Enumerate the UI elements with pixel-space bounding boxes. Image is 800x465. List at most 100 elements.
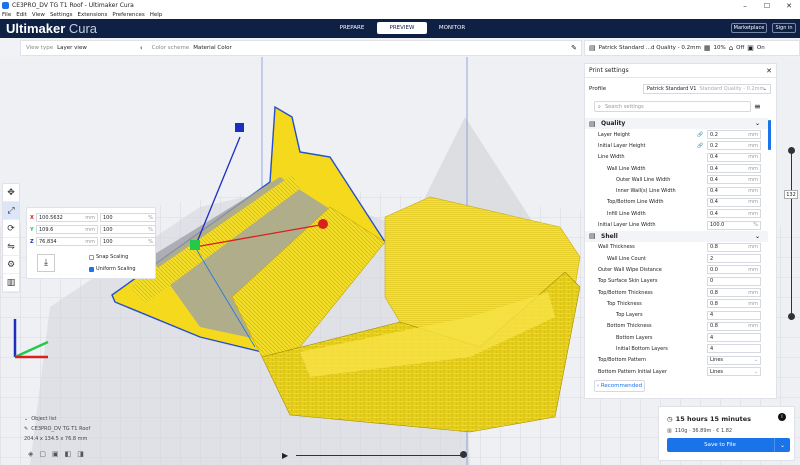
scale-row-x: X 100.5632 mm 100%: [30, 213, 156, 222]
setting-value-input[interactable]: Lines ⌄: [707, 355, 761, 365]
object-list-toggle[interactable]: ⌄ Object list: [24, 414, 90, 424]
object-entry[interactable]: ✎ CE3PRO_DV TG T1 Roof: [24, 424, 90, 434]
setting-value-input[interactable]: 0.4 mm: [707, 175, 761, 185]
chevron-down-icon: ⌄: [754, 232, 760, 240]
setting-value-input[interactable]: 0: [707, 276, 761, 286]
brand-bold: Ultimaker: [6, 21, 66, 36]
setting-label: Top/Bottom Line Width: [607, 199, 664, 206]
play-icon[interactable]: ▶: [282, 451, 288, 460]
setting-value-input[interactable]: 0.4 mm: [707, 209, 761, 219]
setting-value-input[interactable]: 0.8 mm: [707, 299, 761, 309]
setting-value-input[interactable]: Lines ⌄: [707, 367, 761, 376]
snap-scaling-checkbox[interactable]: Snap Scaling: [89, 254, 128, 260]
support-blocker-icon[interactable]: ▥: [3, 274, 19, 292]
left-view-icon[interactable]: ◧: [65, 450, 72, 458]
rotate-tool-icon[interactable]: ⟳: [3, 220, 19, 238]
setting-value-input[interactable]: 0.2 mm: [707, 130, 761, 140]
chevron-down-icon[interactable]: ⌄: [774, 438, 790, 452]
gizmo-z-handle[interactable]: [235, 123, 244, 132]
menu-file[interactable]: File: [2, 12, 11, 18]
setting-value-input[interactable]: 0.0 mm: [707, 265, 761, 275]
scale-z-mm-input[interactable]: 76.834 mm: [36, 237, 98, 246]
setting-value-input[interactable]: 2: [707, 254, 761, 264]
scale-z-pct-unit: %: [148, 238, 153, 245]
right-view-icon[interactable]: ◨: [77, 450, 84, 458]
setting-value-input[interactable]: 4: [707, 344, 761, 354]
setting-value-input[interactable]: 4: [707, 310, 761, 320]
scale-z-pct-input[interactable]: 100%: [100, 237, 156, 246]
menu-help[interactable]: Help: [150, 12, 163, 18]
tool-panel: ✥ ⤢ ⟳ ⇋ ⚙ ▥: [2, 183, 20, 293]
link-icon[interactable]: 🔗: [697, 143, 703, 149]
profile-select[interactable]: Patrick Standard V1 Standard Quality - 0…: [643, 84, 771, 94]
marketplace-button[interactable]: Marketplace: [731, 23, 767, 33]
timeline-handle[interactable]: [460, 451, 467, 458]
link-icon[interactable]: 🔗: [697, 132, 703, 138]
3d-view-icon[interactable]: ◈: [28, 450, 33, 458]
scale-x-mm-input[interactable]: 100.5632 mm: [36, 213, 98, 222]
tab-monitor[interactable]: MONITOR: [427, 22, 477, 34]
settings-menu-icon[interactable]: ≡: [754, 102, 761, 111]
print-time: ◷ 15 hours 15 minutes: [667, 415, 751, 423]
tab-prepare[interactable]: PREPARE: [327, 22, 377, 34]
uniform-scaling-checkbox[interactable]: Uniform Scaling: [89, 266, 136, 272]
menu-preferences[interactable]: Preferences: [112, 12, 144, 18]
recommended-button[interactable]: ‹ Recommended: [594, 380, 645, 392]
scale-y-pct-input[interactable]: 100%: [100, 225, 156, 234]
settings-list: ▤ Quality ⌄ Layer Height 🔗 0.2 mm Initial Layer…: [585, 118, 768, 376]
chevron-left-icon[interactable]: ‹: [140, 44, 143, 52]
layer-slider-bottom-handle[interactable]: [788, 313, 795, 320]
menu-extensions[interactable]: Extensions: [78, 12, 108, 18]
setup-support: Off: [736, 45, 745, 51]
print-setup-bar[interactable]: ▤ Patrick Standard ...d Quality - 0.2mm …: [584, 40, 800, 56]
scale-tool-icon[interactable]: ⤢: [3, 202, 19, 220]
menu-settings[interactable]: Settings: [50, 12, 73, 18]
settings-category-shell[interactable]: ▤ Shell ⌄: [585, 230, 768, 242]
sign-in-button[interactable]: Sign in: [772, 23, 796, 33]
setting-value-input[interactable]: 0.8 mm: [707, 242, 761, 252]
setting-row: Top Surface Skin Layers 0: [585, 276, 768, 287]
setting-value-input[interactable]: 0.4 mm: [707, 197, 761, 207]
setting-value-input[interactable]: 0.2 mm: [707, 141, 761, 151]
close-icon[interactable]: ✕: [766, 67, 772, 75]
minimize-button[interactable]: –: [734, 0, 756, 11]
object-dimensions: 204.4 x 134.5 x 76.8 mm: [24, 436, 88, 442]
color-scheme-select[interactable]: Material Color: [193, 45, 231, 51]
close-window-button[interactable]: ✕: [778, 0, 800, 11]
setting-value-input[interactable]: 0.8 mm: [707, 321, 761, 331]
setting-value-input[interactable]: 4: [707, 333, 761, 343]
front-view-icon[interactable]: ▢: [39, 450, 46, 458]
setting-value-input[interactable]: 0.4 mm: [707, 152, 761, 162]
search-settings-input[interactable]: ⌕ Search settings: [594, 101, 751, 112]
settings-category-quality[interactable]: ▤ Quality ⌄: [585, 118, 768, 129]
setting-value-input[interactable]: 0.4 mm: [707, 186, 761, 196]
save-to-file-button[interactable]: Save to File ⌄: [667, 438, 790, 452]
setting-row: Layer Height 🔗 0.2 mm: [585, 129, 768, 140]
maximize-button[interactable]: ☐: [756, 0, 778, 11]
mirror-tool-icon[interactable]: ⇋: [3, 238, 19, 256]
timeline-track[interactable]: [296, 455, 466, 456]
setting-value-input[interactable]: 100.0%: [707, 220, 761, 230]
lay-flat-icon[interactable]: ⤓: [37, 254, 55, 272]
info-icon[interactable]: i: [778, 413, 786, 421]
move-tool-icon[interactable]: ✥: [3, 184, 19, 202]
view-type-select[interactable]: Layer view: [57, 45, 87, 51]
clock-icon: ◷: [667, 415, 673, 423]
scale-y-mm-input[interactable]: 109.6 mm: [36, 225, 98, 234]
scale-x-pct-input[interactable]: 100%: [100, 213, 156, 222]
per-model-settings-icon[interactable]: ⚙: [3, 256, 19, 274]
settings-scrollbar[interactable]: [768, 120, 771, 150]
layer-number[interactable]: 132: [784, 190, 798, 200]
pencil-icon[interactable]: ✎: [571, 44, 577, 52]
setting-value-input[interactable]: 0.8 mm: [707, 288, 761, 297]
top-view-icon[interactable]: ▣: [52, 450, 59, 458]
gizmo-x-handle[interactable]: [318, 219, 328, 229]
layer-slider-track[interactable]: [791, 150, 792, 320]
print-estimate-panel: ◷ 15 hours 15 minutes i ▥ 110g · 36.89m · …: [658, 406, 795, 461]
gizmo-y-handle[interactable]: [190, 240, 200, 250]
layer-slider-top-handle[interactable]: [788, 147, 795, 154]
menu-view[interactable]: View: [32, 12, 45, 18]
tab-preview[interactable]: PREVIEW: [377, 22, 427, 34]
menu-edit[interactable]: Edit: [16, 12, 27, 18]
setting-value-input[interactable]: 0.4 mm: [707, 164, 761, 174]
